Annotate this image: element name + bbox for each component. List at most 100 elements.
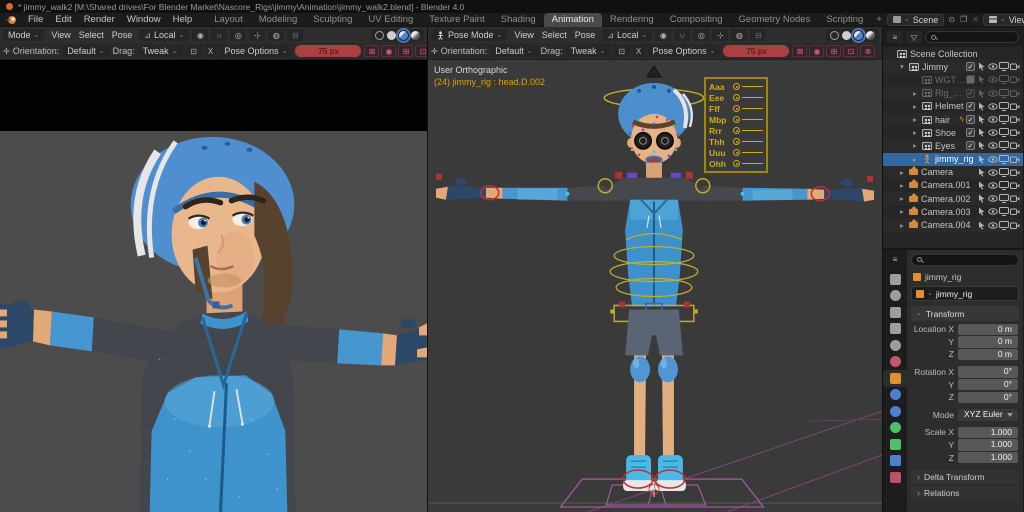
expand-arrow-icon[interactable]: ▸ <box>913 128 922 137</box>
workspace-tab[interactable]: Compositing <box>662 13 731 27</box>
pivot-point-icon[interactable]: ◉ <box>192 29 208 41</box>
properties-tab[interactable] <box>883 387 907 404</box>
material-preview-icon[interactable] <box>399 31 408 40</box>
pose-options-dropdown[interactable]: Pose Options ⌄ <box>220 45 293 57</box>
outliner-row[interactable]: ▸ hair ϟ ✓ <box>883 113 1023 126</box>
hide-eye-icon[interactable] <box>988 128 998 137</box>
orientation-dropdown[interactable]: Default ⌄ <box>490 45 537 57</box>
selectable-icon[interactable] <box>977 181 987 190</box>
collapsed-panel[interactable]: › Relations <box>911 486 1019 500</box>
selectable-icon[interactable] <box>977 115 987 124</box>
outliner-row[interactable]: Scene Collection ϟ ✓ <box>883 47 1023 60</box>
overlays-icon[interactable]: ◍ <box>731 29 747 41</box>
hide-eye-icon[interactable] <box>988 207 998 216</box>
phoneme-slider-knob[interactable] <box>733 116 740 123</box>
phoneme-slider-track[interactable] <box>742 119 763 121</box>
collection-checkbox[interactable]: ✓ <box>966 141 975 150</box>
orientation-dropdown[interactable]: Default ⌄ <box>62 45 109 57</box>
properties-tab[interactable] <box>883 354 907 371</box>
mode-dropdown[interactable]: Mode ⌄ <box>3 29 44 41</box>
render-disable-icon[interactable] <box>1010 221 1020 230</box>
hide-eye-icon[interactable] <box>988 181 998 190</box>
menu-item[interactable]: Window <box>121 14 167 25</box>
workspace-tab[interactable]: Texture Paint <box>421 13 492 27</box>
pose-options-dropdown[interactable]: Pose Options ⌄ <box>648 45 721 57</box>
field-value[interactable]: 0° <box>958 379 1018 391</box>
expand-arrow-icon[interactable]: ▸ <box>913 155 922 164</box>
properties-tab[interactable] <box>883 469 907 486</box>
hide-eye-icon[interactable] <box>988 102 998 111</box>
select-through-icon[interactable]: ⊡ <box>614 45 630 57</box>
viewport-disable-icon[interactable] <box>999 141 1009 150</box>
outliner-filter-icon[interactable]: ▽ <box>906 31 922 43</box>
selectable-icon[interactable] <box>977 102 987 111</box>
phoneme-slider-track[interactable] <box>742 130 763 132</box>
outliner-row[interactable]: ▾ Jimmy ϟ ✓ <box>883 60 1023 73</box>
outliner-row[interactable]: ▸ jimmy_rig ϟ ✓ <box>883 153 1023 166</box>
viewport-disable-icon[interactable] <box>999 115 1009 124</box>
phoneme-slider-knob[interactable] <box>733 83 740 90</box>
field-value[interactable]: 1.000 <box>958 439 1018 451</box>
workspace-tab[interactable]: Layout <box>206 13 251 27</box>
render-disable-icon[interactable] <box>1010 194 1020 203</box>
selectable-icon[interactable] <box>977 75 987 84</box>
collection-checkbox[interactable]: ✓ <box>966 62 975 71</box>
hide-eye-icon[interactable] <box>988 221 998 230</box>
menu-item[interactable]: Edit <box>49 14 77 25</box>
x-mirror-toggle[interactable]: X <box>633 45 645 57</box>
falloff-radius-field[interactable]: 75 px <box>295 45 361 57</box>
xray-icon[interactable]: ⊟ <box>287 29 303 41</box>
outliner-row[interactable]: ▸ Shoe ϟ ✓ <box>883 126 1023 139</box>
collection-checkbox[interactable]: ✓ <box>966 75 975 84</box>
selectable-icon[interactable] <box>977 221 987 230</box>
render-disable-icon[interactable] <box>1010 155 1020 164</box>
outliner-row[interactable]: ▸ Helmet ϟ ✓ <box>883 100 1023 113</box>
render-disable-icon[interactable] <box>1010 168 1020 177</box>
phoneme-slider-track[interactable] <box>742 163 763 165</box>
viewport-disable-icon[interactable] <box>999 207 1009 216</box>
viewport-disable-icon[interactable] <box>999 89 1009 98</box>
expand-arrow-icon[interactable]: ▸ <box>913 115 922 124</box>
falloff-radius-field[interactable]: 75 px <box>723 45 789 57</box>
rendered-shading-icon[interactable] <box>866 31 875 40</box>
transform-orientation-dropdown[interactable]: ⊿ Local ⌄ <box>602 29 652 41</box>
outliner-row[interactable]: ▸ Eyes ϟ ✓ <box>883 139 1023 152</box>
phoneme-slider-knob[interactable] <box>733 127 740 134</box>
expand-arrow-icon[interactable]: ▸ <box>913 102 922 111</box>
drag-dropdown[interactable]: Tweak ⌄ <box>566 45 611 57</box>
breadcrumb-object[interactable]: jimmy_rig <box>925 272 961 282</box>
workspace-tab[interactable]: Shading <box>493 13 544 27</box>
solid-shading-icon[interactable] <box>842 31 851 40</box>
pin-icon[interactable]: ⊙ <box>947 15 956 24</box>
transform-orientation-dropdown[interactable]: ⊿ Local ⌄ <box>139 29 189 41</box>
properties-tab[interactable] <box>883 288 907 305</box>
rendered-shading-icon[interactable] <box>411 31 420 40</box>
show-gizmo-icon[interactable]: ⊹ <box>712 29 728 41</box>
expand-arrow-icon[interactable]: ▸ <box>900 194 909 203</box>
show-gizmo-icon[interactable]: ⊹ <box>249 29 265 41</box>
hide-eye-icon[interactable] <box>988 155 998 164</box>
phoneme-slider-knob[interactable] <box>733 94 740 101</box>
camera-viewport-canvas[interactable] <box>0 60 427 512</box>
selectable-icon[interactable] <box>977 194 987 203</box>
hide-eye-icon[interactable] <box>988 89 998 98</box>
properties-tab[interactable] <box>883 337 907 354</box>
menu-item[interactable]: Help <box>167 14 199 25</box>
selectable-icon[interactable] <box>977 128 987 137</box>
collection-checkbox[interactable]: ✓ <box>966 89 975 98</box>
selectable-icon[interactable] <box>977 89 987 98</box>
outliner-row[interactable]: WGTS_rig ϟ ✓ <box>883 73 1023 86</box>
menu-item[interactable]: Render <box>78 14 121 25</box>
field-value[interactable]: 0° <box>958 366 1018 378</box>
pose-toggle-icon[interactable]: ⊡ <box>415 45 427 57</box>
pivot-point-icon[interactable]: ◉ <box>655 29 671 41</box>
expand-arrow-icon[interactable]: ▸ <box>900 181 909 190</box>
render-disable-icon[interactable] <box>1010 102 1020 111</box>
collection-checkbox[interactable]: ✓ <box>966 115 975 124</box>
outliner-search-input[interactable] <box>925 31 1019 43</box>
field-value[interactable]: 1.000 <box>958 427 1018 439</box>
phoneme-slider-track[interactable] <box>742 108 763 110</box>
move-tool-icon[interactable]: ✛ <box>431 47 438 56</box>
properties-search-input[interactable] <box>911 254 1019 266</box>
viewport-disable-icon[interactable] <box>999 75 1009 84</box>
